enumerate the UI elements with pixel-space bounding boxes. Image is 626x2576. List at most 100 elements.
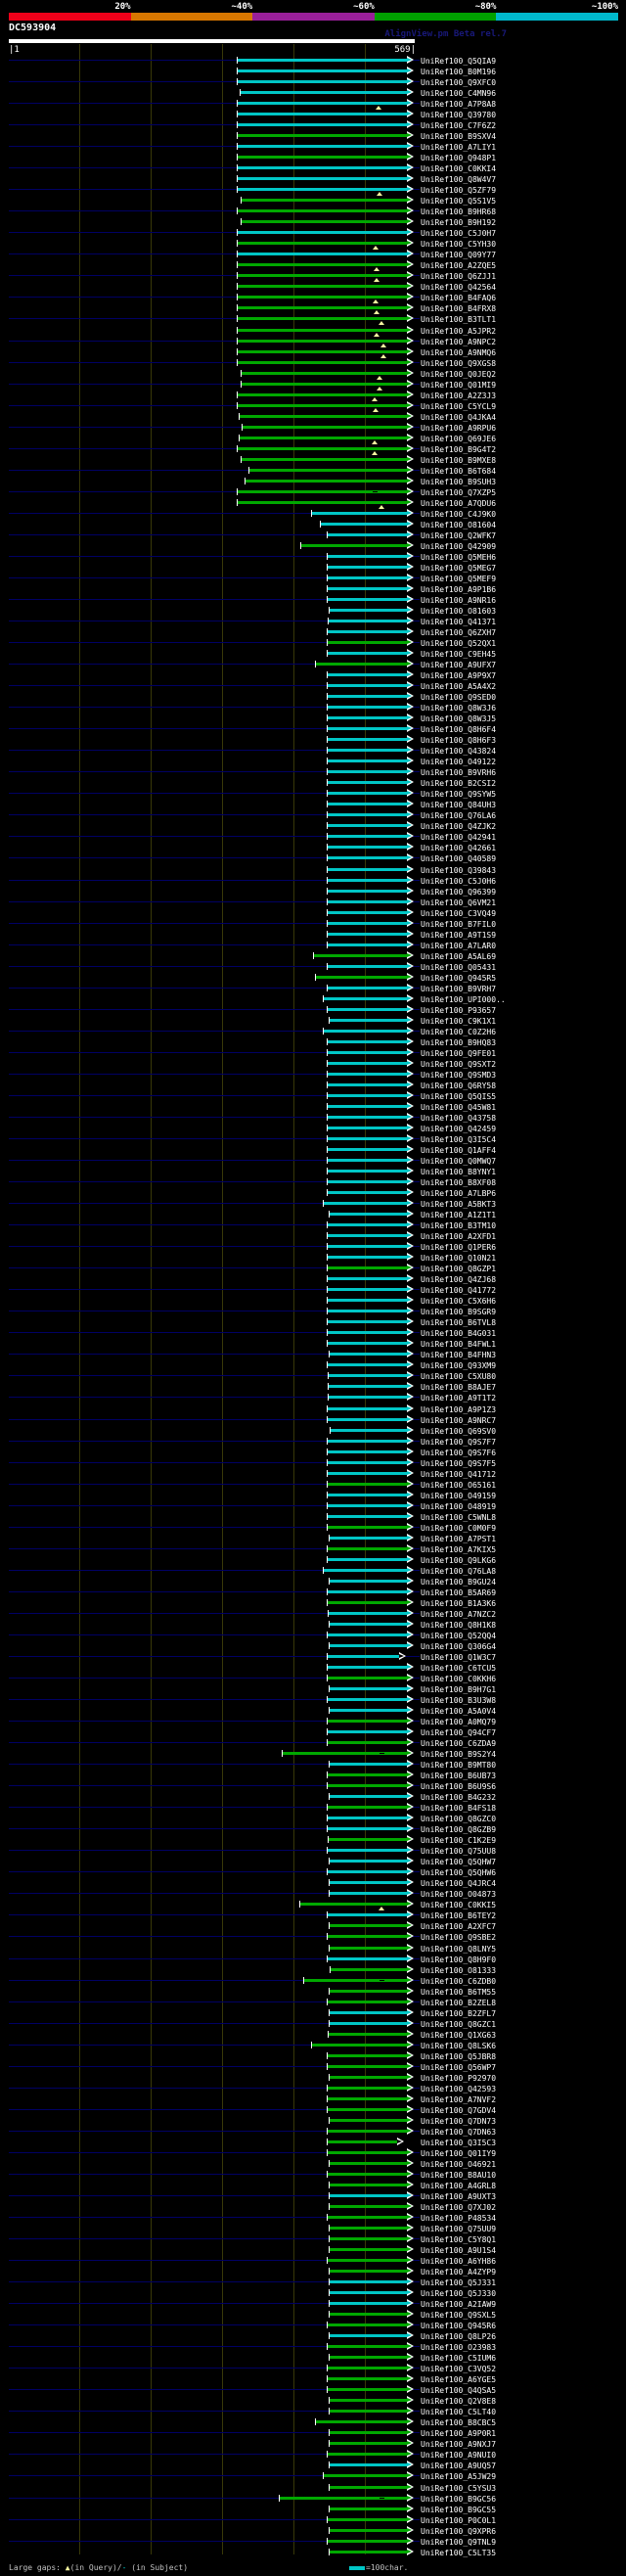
alignment-bar [327,1051,409,1054]
alignment-bar [327,1601,409,1604]
arrow-fill [407,1082,412,1086]
hit-row: UniRef100_Q1XG63 [0,2030,626,2041]
ruler-start-label: |1 [9,45,20,55]
arrow-right-icon [407,1167,414,1175]
bar-start-tick [327,1114,328,1121]
alignment-bar [327,1935,409,1938]
arrow-fill [407,295,412,299]
arrow-fill [407,2462,412,2466]
arrow-fill [407,1557,412,1561]
arrow-right-icon [407,574,414,582]
alignment-bar [327,2518,409,2521]
arrow-right-icon [407,163,414,172]
hit-row: UniRef100_Q75UU8 [0,1846,626,1857]
hit-row: UniRef100_Q42909 [0,541,626,552]
hit-row: UniRef100_A2XFC7 [0,1921,626,1932]
hit-row: UniRef100_Q01MI9 [0,380,626,391]
alignment-bar [327,1170,409,1173]
bar-start-tick [327,920,328,927]
bar-start-tick [329,2527,330,2534]
bar-start-tick [241,456,242,463]
arrow-fill [407,662,412,666]
bar-start-tick [327,854,328,861]
hit-label: UniRef100_Q09Y77 [421,251,497,259]
hit-row: UniRef100_Q9FE01 [0,1048,626,1059]
alignment-bar [327,1363,409,1366]
alignment-bar [327,1223,409,1226]
arrow-right-icon [407,412,414,421]
alignment-bar [327,2367,409,2369]
bar-start-tick [329,2074,330,2081]
hit-label: UniRef100_Q7DN73 [421,2117,497,2126]
arrow-right-icon [407,1955,414,1963]
alignment-bar [327,1299,409,1302]
hit-row: UniRef100_A9P0R1 [0,2428,626,2439]
bar-start-tick [329,2246,330,2253]
identity-scale-label: ~80% [474,2,497,12]
hit-label: UniRef100_Q8W3J5 [421,714,497,723]
bar-start-tick [327,1438,328,1445]
hit-row: UniRef100_Q5J330 [0,2288,626,2299]
arrow-fill [407,2387,412,2391]
hit-label: UniRef100_B6T684 [421,467,497,476]
hit-label: UniRef100_A9T1S9 [421,931,497,940]
hit-label: UniRef100_B4FS18 [421,1804,497,1813]
hit-label: UniRef100_Q39843 [421,866,497,875]
hit-row: UniRef100_P0C0L1 [0,2515,626,2526]
identity-scale-segment [130,13,253,21]
bar-start-tick [237,315,238,322]
hit-row: UniRef100_B3TLT1 [0,314,626,325]
bar-start-tick [327,801,328,807]
arrow-fill [407,910,412,914]
hit-row: UniRef100_A7LAR0 [0,941,626,951]
hit-label: UniRef100_A9UXT3 [421,2192,497,2201]
alignment-bar [327,1957,409,1960]
arrow-right-icon [407,800,414,808]
arrow-fill [407,1891,412,1895]
hit-label: UniRef100_C6ZDB0 [421,1977,497,1986]
arrow-fill [407,2419,412,2423]
hit-label: UniRef100_Q42459 [421,1125,497,1133]
arrow-right-icon [407,1296,414,1305]
arrow-right-icon [407,1814,414,1822]
hit-label: UniRef100_Q945R5 [421,974,497,983]
hit-row: UniRef100_B9HQ83 [0,1037,626,1048]
arrow-fill [407,79,412,83]
alignment-bar [327,1773,409,1776]
arrow-right-icon [407,2494,414,2503]
large-gaps-legend: Large gaps: ▲(in Query)/- (in Subject) [9,2563,188,2573]
hit-row: UniRef100_Q96399 [0,887,626,897]
arrow-right-icon [407,638,414,647]
arrow-right-icon [407,250,414,258]
alignment-bar [237,242,409,245]
hit-label: UniRef100_O49122 [421,758,497,766]
arrow-right-icon [407,434,414,442]
arrow-fill [407,1568,412,1572]
bar-start-tick [241,197,242,204]
hit-label: UniRef100_B6UB73 [421,1771,497,1780]
alignment-bar [329,2313,409,2316]
hit-label: UniRef100_P92970 [421,2074,497,2083]
alignment-bar [311,512,409,515]
arrow-fill [407,2290,412,2294]
bar-start-tick [328,1383,329,1390]
hit-label: UniRef100_A9NPC2 [421,338,497,346]
hit-row: UniRef100_Q41712 [0,1469,626,1480]
arrow-right-icon [407,520,414,529]
arrow-fill [407,522,412,526]
hit-label: UniRef100_B3U3W8 [421,1696,497,1705]
hit-row: UniRef100_A9NR16 [0,595,626,606]
bar-start-tick [327,1071,328,1078]
bar-start-tick [329,2397,330,2404]
alignment-bar [329,2194,409,2197]
arrow-right-icon [407,617,414,625]
hit-row: UniRef100_Q9S7F6 [0,1448,626,1458]
hit-row: UniRef100_B9GC55 [0,2505,626,2515]
bar-start-tick [327,1911,328,1918]
arrow-fill [407,953,412,957]
bar-start-tick [327,2106,328,2113]
hit-label: UniRef100_Q75UU9 [421,2225,497,2233]
arrow-fill [407,2517,412,2521]
bar-start-tick [237,304,238,311]
arrow-right-icon [407,1156,414,1165]
